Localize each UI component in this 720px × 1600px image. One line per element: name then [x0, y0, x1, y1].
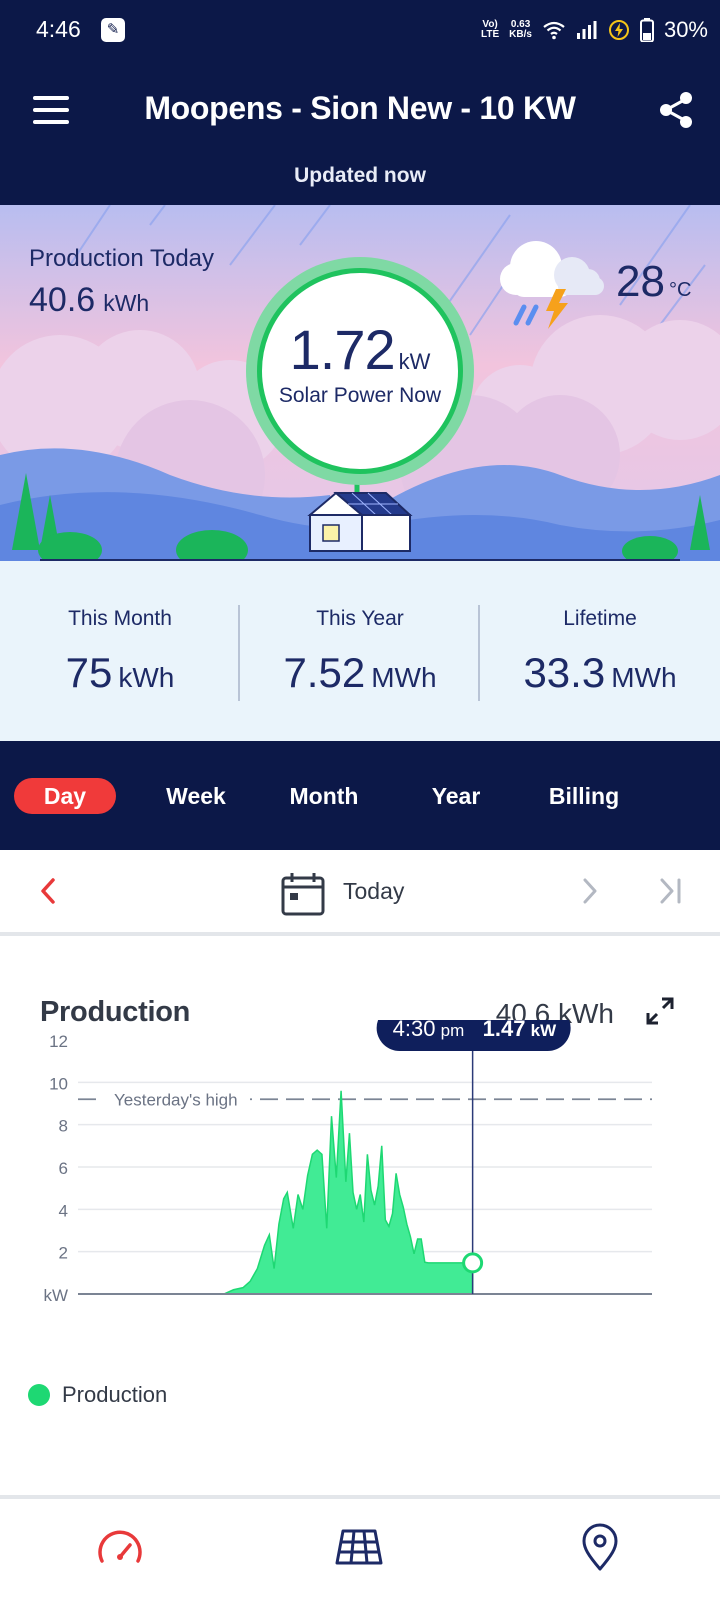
y-tick-label: 12 [49, 1032, 68, 1051]
cloud-storm-icon [500, 241, 604, 329]
chart-legend[interactable]: Production [28, 1382, 167, 1408]
stat-label: This Month [68, 607, 172, 630]
y-tick-label: 4 [59, 1201, 68, 1220]
chevron-right-icon[interactable] [578, 876, 602, 906]
tab-week[interactable]: Week [146, 778, 246, 814]
calendar-icon[interactable] [281, 872, 325, 916]
stat-this-month[interactable]: This Month 75 kWh [0, 607, 240, 697]
solar-power-label: Solar Power Now [278, 384, 442, 407]
y-tick-label: 6 [59, 1159, 68, 1178]
production-chart-card: Production 40.6 kWh 2 4 6 8 10 12 kW Yesterday'… [0, 940, 720, 1495]
skip-to-end-icon[interactable] [656, 876, 684, 906]
y-tick-label: 10 [49, 1074, 68, 1093]
date-navigator: Today [0, 850, 720, 936]
status-bar: 4:46 ✎ Vo) LTE 0.63 KB/s 30% [0, 0, 720, 60]
battery-icon [639, 18, 654, 42]
production-today-label: Production Today [29, 245, 215, 272]
location-pin-icon[interactable] [570, 1521, 630, 1573]
stat-this-year[interactable]: This Year 7.52 MWh [240, 607, 480, 697]
legend-label: Production [62, 1382, 168, 1407]
status-time: 4:46 [36, 16, 81, 42]
tab-year[interactable]: Year [406, 778, 506, 814]
y-tick-label: 2 [59, 1244, 68, 1263]
tooltip-period: pm [441, 1021, 465, 1040]
x-tick-label: 6pm [492, 1307, 525, 1310]
x-tick-label: 6am [205, 1307, 238, 1310]
app-screen: 4:46 ✎ Vo) LTE 0.63 KB/s 30% Moopens - S… [0, 0, 720, 1600]
stat-value: 33.3 MWh [523, 649, 677, 696]
tab-month[interactable]: Month [274, 778, 374, 814]
stat-value: 75 kWh [65, 649, 175, 696]
y-axis-unit: kW [43, 1286, 68, 1305]
app-header: Moopens - Sion New - 10 KW Updated now [0, 60, 720, 205]
data-speed: 0.63 KB/s [509, 19, 532, 40]
y-tick-label: 8 [59, 1117, 68, 1136]
temperature: 28 °C [616, 257, 692, 306]
gauge-face: 1.72 kW Solar Power Now [257, 268, 463, 474]
share-icon[interactable] [656, 90, 696, 130]
solar-panel-icon[interactable] [329, 1521, 389, 1573]
battery-percent: 30% [663, 17, 708, 42]
cursor-point [462, 1252, 484, 1274]
tab-billing[interactable]: Billing [534, 778, 634, 814]
legend-swatch [28, 1384, 50, 1406]
solar-hero: Production Today 40.6 kWh 28 °C 1.72 kW Sol… [0, 205, 720, 561]
chevron-left-icon[interactable] [36, 876, 60, 906]
status-icons: Vo) LTE 0.63 KB/s 30% [481, 12, 720, 48]
tab-day[interactable]: Day [14, 778, 116, 814]
signal-icon [576, 21, 597, 39]
date-label[interactable]: Today [343, 878, 404, 905]
volte-icon: Vo) LTE [481, 19, 500, 40]
stat-label: Lifetime [563, 607, 637, 630]
wifi-icon [543, 21, 565, 40]
tooltip-value: 1.47 [483, 1020, 526, 1041]
energy-stats: This Month 75 kWh This Year 7.52 MWh Lifet… [0, 561, 720, 741]
menu-icon[interactable] [33, 96, 69, 126]
production-today-value: 40.6 kWh [29, 281, 150, 319]
period-tabs: Day Week Month Year Billing [0, 741, 720, 850]
stat-value: 7.52 MWh [283, 649, 437, 696]
bottom-navigation [0, 1495, 720, 1600]
tooltip-unit: kW [531, 1021, 557, 1040]
x-tick-label: Noon [345, 1307, 386, 1310]
tooltip-time: 4:30 [393, 1020, 436, 1041]
stat-label: This Year [316, 607, 404, 630]
site-title: Moopens - Sion New - 10 KW [144, 90, 576, 126]
stat-lifetime[interactable]: Lifetime 33.3 MWh [480, 607, 720, 697]
solar-power-gauge[interactable]: 1.72 kW Solar Power Now [246, 257, 474, 485]
production-area [223, 1090, 474, 1295]
production-chart[interactable]: 2 4 6 8 10 12 kW Yesterday's high 6am Noon 6pm 4:30… [0, 1020, 720, 1310]
yesterdays-high-label: Yesterday's high [114, 1090, 238, 1109]
battery-saver-icon [608, 20, 629, 40]
speedometer-icon[interactable] [90, 1521, 150, 1573]
solar-power-value: 1.72 kW [289, 318, 431, 381]
edit-notification-icon: ✎ [101, 18, 125, 42]
updated-status: Updated now [294, 164, 426, 187]
